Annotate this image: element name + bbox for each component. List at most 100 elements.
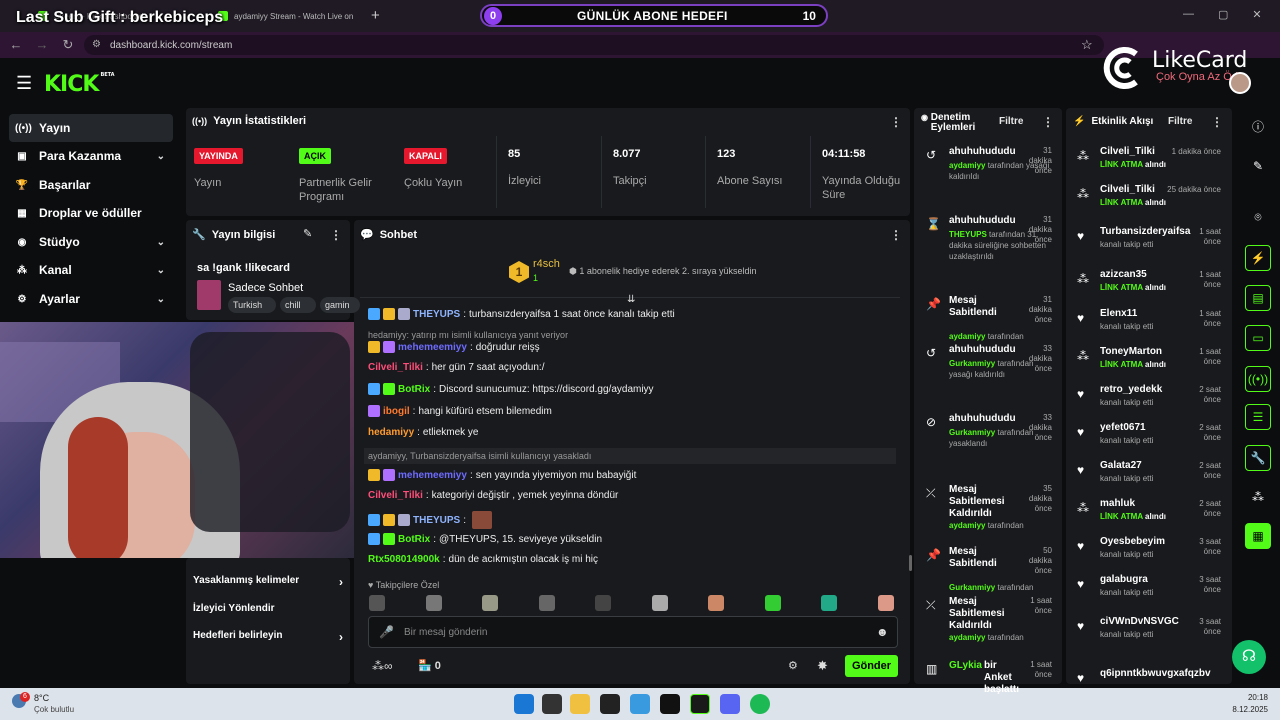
user-avatar[interactable] xyxy=(1229,72,1251,94)
activity-user[interactable]: retro_yedekk xyxy=(1100,384,1162,395)
sidebar-item-st-dyo[interactable]: ◉ Stüdyo ⌄ xyxy=(9,228,173,256)
chevron-down-icon[interactable]: ⌄ xyxy=(157,237,165,248)
chat-username[interactable]: Cilveli_Tilki xyxy=(368,362,423,373)
extension-icon[interactable]: ▦ xyxy=(1245,523,1271,549)
channel-points-icon[interactable]: ⁂∞ xyxy=(372,659,393,673)
activity-user[interactable]: Turbansizderyaifsa xyxy=(1100,226,1190,237)
chat-username[interactable]: ibogil xyxy=(383,406,410,417)
moderation-filter-button[interactable]: Filtre xyxy=(999,116,1023,127)
mod-action-actor[interactable]: aydamiyy xyxy=(949,332,985,341)
chat-username[interactable]: mehemeemiyy xyxy=(398,342,467,353)
chat-username[interactable]: mehemeemiyy xyxy=(398,470,467,481)
stream-info-link[interactable]: Hedefleri belirleyin › xyxy=(193,630,343,644)
wrench-icon[interactable]: 🔧 xyxy=(1245,445,1271,471)
chevron-down-icon[interactable]: ⌄ xyxy=(157,151,165,162)
stream-tag[interactable]: gamin xyxy=(320,297,360,313)
mod-action-actor[interactable]: aydamiyy xyxy=(949,633,985,642)
back-icon[interactable]: ← xyxy=(8,37,24,53)
app-g-icon[interactable] xyxy=(660,694,680,714)
emote-shortcut[interactable] xyxy=(538,595,555,611)
obs-icon[interactable] xyxy=(600,694,620,714)
emote-shortcut[interactable] xyxy=(708,595,724,611)
mod-action-actor[interactable]: GLykia xyxy=(949,660,982,671)
mic-icon[interactable]: 🎤 xyxy=(379,625,394,639)
note-icon[interactable]: ▤ xyxy=(1245,285,1271,311)
chat-username[interactable]: Rtx508014900k xyxy=(368,554,440,565)
chat-username[interactable]: BotRix xyxy=(398,534,430,545)
chat-more-icon[interactable]: ⋮ xyxy=(890,228,902,242)
start-icon[interactable] xyxy=(514,694,534,714)
mod-action-actor[interactable]: Gurkanmiyy xyxy=(949,359,995,368)
chat-input[interactable]: 🎤 Bir mesaj gönderin ☻ xyxy=(368,616,898,648)
activity-user[interactable]: Oyesbebeyim xyxy=(1100,536,1165,547)
target-icon[interactable]: ⌾ xyxy=(1245,204,1271,230)
browser-tab[interactable]: aydamiyy Stream - Watch Live on xyxy=(210,4,380,28)
chat-icon[interactable]: ▭ xyxy=(1245,325,1271,351)
support-headset-icon[interactable]: ☊ xyxy=(1232,640,1266,674)
chevron-down-icon[interactable]: ⌄ xyxy=(157,294,165,305)
predictions-icon[interactable]: ✸ xyxy=(817,658,828,674)
sidebar-item-yay-n[interactable]: ((•)) Yayın xyxy=(9,114,173,142)
activity-user[interactable]: mahluk xyxy=(1100,498,1135,509)
chat-username[interactable]: BotRix xyxy=(398,384,430,395)
file-explorer-icon[interactable] xyxy=(570,694,590,714)
emote-shortcut[interactable] xyxy=(595,595,611,611)
kick-logo[interactable]: KICK BETA xyxy=(44,72,115,97)
edit-pencil-icon[interactable]: ✎ xyxy=(303,227,312,240)
reload-icon[interactable]: ↻ xyxy=(60,37,76,53)
chat-username[interactable]: hedamiyy xyxy=(368,427,414,438)
emote-shortcut[interactable] xyxy=(821,595,837,611)
emote-shortcut[interactable] xyxy=(425,595,442,611)
hamburger-menu-icon[interactable]: ☰ xyxy=(16,74,32,92)
emote-shortcut[interactable] xyxy=(369,595,385,611)
emote-shortcut[interactable] xyxy=(877,595,894,611)
stream-tag[interactable]: chill xyxy=(280,297,316,313)
pencil-icon[interactable]: ✎ xyxy=(1245,153,1271,179)
url-field[interactable]: ⚙ dashboard.kick.com/stream xyxy=(84,35,1104,55)
stats-more-icon[interactable]: ⋮ xyxy=(890,115,902,129)
chat-username[interactable]: Cilveli_Tilki xyxy=(368,490,423,501)
chrome-icon[interactable] xyxy=(630,694,650,714)
mod-action-actor[interactable]: aydamiyy xyxy=(949,161,985,170)
activity-user[interactable]: ciVWnDvNSVGC xyxy=(1100,616,1179,627)
activity-more-icon[interactable]: ⋮ xyxy=(1211,115,1223,129)
mod-action-actor[interactable]: aydamiyy xyxy=(949,521,985,530)
broadcast-icon[interactable]: ((•)) xyxy=(1245,366,1271,392)
site-info-icon[interactable]: ⚙ xyxy=(92,39,101,50)
emote-shortcut[interactable] xyxy=(764,595,781,611)
info-icon[interactable]: ⓘ xyxy=(1245,113,1271,139)
activity-user[interactable]: galabugra xyxy=(1100,574,1148,585)
activity-user[interactable]: azizcan35 xyxy=(1100,269,1147,280)
chat-username[interactable]: THEYUPS xyxy=(413,309,460,320)
stream-info-link[interactable]: Yasaklanmış kelimeler › xyxy=(193,575,343,589)
activity-user[interactable]: ToneyMarton xyxy=(1100,346,1162,357)
stream-tag[interactable]: Turkish xyxy=(228,297,276,313)
mod-action-actor[interactable]: THEYUPS xyxy=(949,230,987,239)
chat-scrollbar[interactable] xyxy=(909,555,912,571)
activity-filter-button[interactable]: Filtre xyxy=(1168,116,1192,127)
dots-icon[interactable]: ⁂ xyxy=(1245,484,1271,510)
spotify-icon[interactable] xyxy=(750,694,770,714)
stream-info-more-icon[interactable]: ⋮ xyxy=(330,228,342,242)
activity-user[interactable]: Elenx11 xyxy=(1100,308,1137,319)
maximize-icon[interactable]: ▢ xyxy=(1218,8,1228,21)
activity-user[interactable]: q6ipnntkbwuvgxafqzbv xyxy=(1100,668,1211,679)
mod-action-actor[interactable]: Gurkanmiyy xyxy=(949,583,995,592)
stream-info-link[interactable]: İzleyici Yönlendir xyxy=(193,603,343,614)
activity-user[interactable]: Galata27 xyxy=(1100,460,1142,471)
sidebar-item-droplar-ve-d-ller[interactable]: ▦ Droplar ve ödüller xyxy=(9,199,173,227)
discord-icon[interactable] xyxy=(720,694,740,714)
send-button[interactable]: Gönder xyxy=(845,655,898,677)
moderation-more-icon[interactable]: ⋮ xyxy=(1042,115,1054,129)
activity-user[interactable]: yefet0671 xyxy=(1100,422,1146,433)
lightning-icon[interactable]: ⚡ xyxy=(1245,245,1271,271)
mod-action-actor[interactable]: Gurkanmiyy xyxy=(949,428,995,437)
minimize-icon[interactable]: — xyxy=(1183,8,1194,21)
emoji-icon[interactable]: ☻ xyxy=(876,625,889,639)
close-icon[interactable]: ✕ xyxy=(1252,8,1261,21)
chevron-down-icon[interactable]: ⌄ xyxy=(157,265,165,276)
sidebar-item-para-kazanma[interactable]: ▣ Para Kazanma ⌄ xyxy=(9,142,173,170)
kick-app-icon[interactable] xyxy=(690,694,710,714)
forward-icon[interactable]: → xyxy=(34,37,50,53)
task-view-icon[interactable] xyxy=(542,694,562,714)
